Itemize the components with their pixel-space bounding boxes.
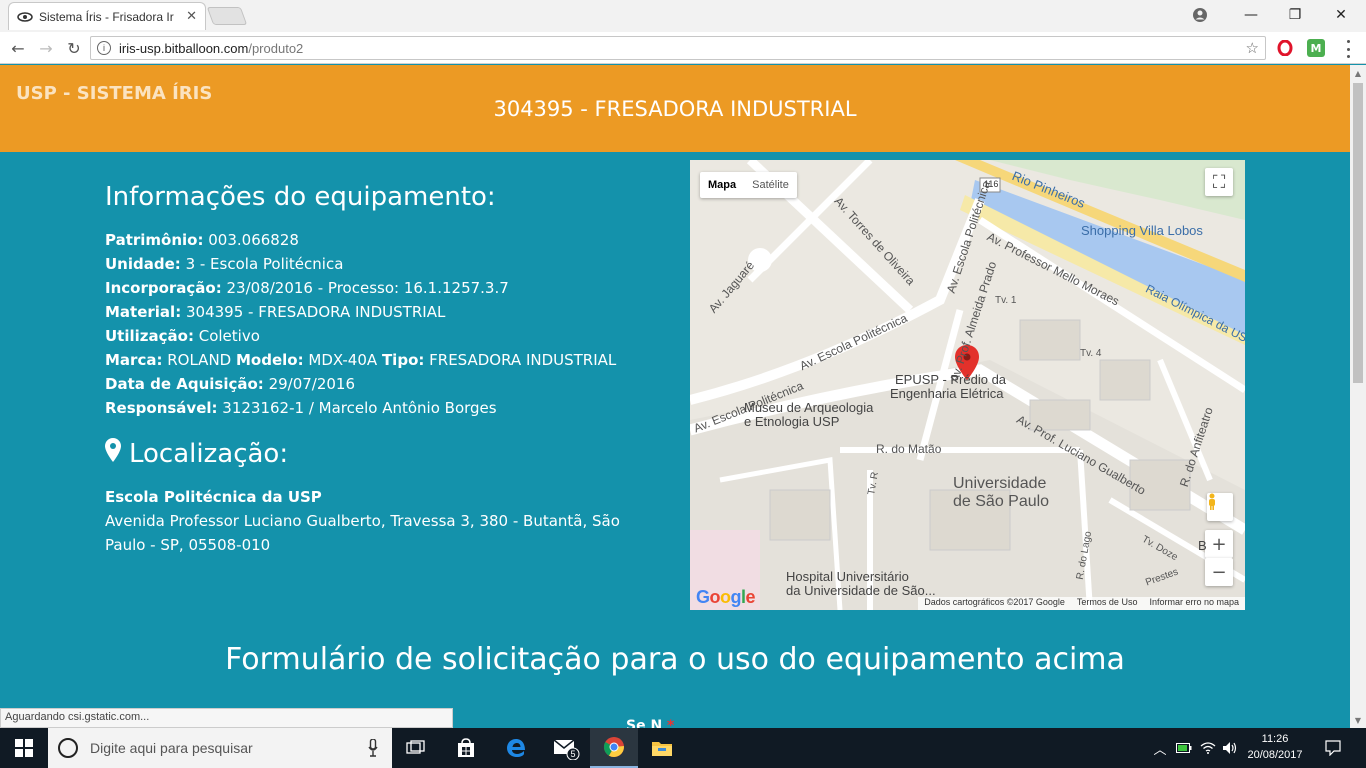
zoom-out-button[interactable]: − — [1205, 558, 1233, 586]
task-view-icon[interactable] — [392, 728, 440, 768]
map-label-tv4: Tv. 4 — [1080, 348, 1102, 359]
chrome-taskbar-icon[interactable] — [590, 728, 638, 768]
volume-icon[interactable] — [1220, 728, 1240, 768]
map-label-hospital-1: Hospital Universitário — [786, 569, 909, 584]
equipment-info: Informações do equipamento: Patrimônio: … — [105, 182, 616, 420]
tab-strip: Sistema Íris - Frisadora Ir ✕ — ❐ ✕ — [0, 0, 1366, 32]
zoom-in-button[interactable]: + — [1205, 530, 1233, 558]
clock-time: 11:26 — [1261, 733, 1289, 745]
browser-status: Aguardando csi.gstatic.com... — [0, 708, 453, 728]
map-label-shopping: Shopping Villa Lobos — [1081, 223, 1203, 238]
notifications-icon[interactable] — [1320, 728, 1346, 768]
reload-icon[interactable]: ↻ — [64, 38, 84, 58]
map-attribution: Dados cartográficos ©2017 Google Termos … — [918, 597, 1245, 610]
close-window-button[interactable]: ✕ — [1318, 0, 1364, 30]
page-header: USP - SISTEMA ÍRIS 304395 - FRESADORA IN… — [0, 65, 1350, 152]
taskbar-search-placeholder: Digite aqui para pesquisar — [90, 740, 253, 756]
form-title: Formulário de solicitação para o uso do … — [225, 642, 1125, 677]
google-logo: Google — [696, 587, 756, 607]
battery-icon[interactable] — [1174, 728, 1194, 768]
map-data-credit: Dados cartográficos ©2017 Google — [924, 597, 1065, 607]
back-icon[interactable]: ← — [8, 38, 28, 58]
profile-icon[interactable] — [1190, 5, 1210, 25]
scroll-down-icon[interactable]: ▼ — [1350, 712, 1366, 728]
row-incorporacao: Incorporação: 23/08/2016 - Processo: 16.… — [105, 279, 509, 297]
extension-icon[interactable]: M — [1307, 39, 1325, 57]
opera-extension-icon[interactable] — [1276, 39, 1294, 57]
page-title: 304395 - FRESADORA INDUSTRIAL — [493, 97, 857, 121]
equipment-heading: Informações do equipamento: — [105, 182, 496, 212]
map-type-satellite-button[interactable]: Satélite — [744, 172, 797, 198]
windows-start-icon[interactable] — [0, 728, 48, 768]
row-patrimonio: Patrimônio: 003.066828 — [105, 231, 299, 249]
mail-icon[interactable]: 5 — [542, 728, 590, 768]
map-label-epusp-1: EPUSP - Prédio da — [895, 372, 1007, 387]
scroll-thumb[interactable] — [1353, 83, 1363, 383]
microphone-icon[interactable] — [368, 739, 378, 757]
clock-date: 20/08/2017 — [1247, 749, 1303, 761]
page-scrollbar[interactable]: ▲ ▼ — [1350, 65, 1366, 728]
map-label-museu-2: e Etnologia USP — [744, 414, 840, 429]
location-name: Escola Politécnica da USP — [105, 488, 322, 506]
row-unidade: Unidade: 3 - Escola Politécnica — [105, 255, 344, 273]
map-label-tv1: Tv. 1 — [995, 295, 1017, 306]
map-label-b: B — [1198, 538, 1207, 553]
edge-icon[interactable] — [492, 728, 540, 768]
file-explorer-icon[interactable] — [638, 728, 686, 768]
eye-icon — [17, 9, 33, 25]
address-bar[interactable]: i iris-usp.bitballoon.com/produto2 ☆ — [90, 36, 1266, 60]
row-marca: Marca: ROLAND Modelo: MDX-40A Tipo: FRES… — [105, 351, 617, 369]
map-label-epusp-2: Engenharia Elétrica — [890, 386, 1004, 401]
location-heading: Localização: — [105, 438, 288, 469]
map-label-usp-2: de São Paulo — [953, 493, 1050, 510]
url-path: /produto2 — [248, 40, 304, 56]
map-terms-link[interactable]: Termos de Uso — [1077, 597, 1138, 610]
map-marker-icon — [105, 438, 121, 469]
location-address: Escola Politécnica da USP Avenida Profes… — [105, 485, 665, 557]
page-viewport: USP - SISTEMA ÍRIS 304395 - FRESADORA IN… — [0, 65, 1350, 728]
new-tab-button[interactable] — [206, 7, 248, 25]
wifi-icon[interactable] — [1198, 728, 1218, 768]
bookmark-star-icon[interactable]: ☆ — [1246, 39, 1259, 57]
info-icon[interactable]: i — [97, 41, 111, 55]
map-type-map-button[interactable]: Mapa — [700, 172, 744, 198]
map-label-matao: R. do Matão — [876, 442, 942, 456]
scroll-up-icon[interactable]: ▲ — [1350, 65, 1366, 81]
pegman-icon[interactable] — [1207, 493, 1233, 521]
forward-icon[interactable]: → — [36, 38, 56, 58]
cortana-icon — [58, 738, 78, 758]
map-label-hospital-2: da Universidade de São... — [786, 583, 936, 598]
menu-icon[interactable] — [1345, 40, 1351, 58]
map-label-museu-1: Museu de Arqueologia — [744, 400, 874, 415]
google-map[interactable]: Mapa Satélite ⛶ + − 116 Rio Pinheiros Sh… — [690, 160, 1245, 610]
close-tab-icon[interactable]: ✕ — [186, 9, 197, 24]
map-report-link[interactable]: Informar erro no mapa — [1149, 597, 1239, 610]
location-street: Avenida Professor Luciano Gualberto, Tra… — [105, 512, 620, 554]
row-responsavel: Responsável: 3123162-1 / Marcelo Antônio… — [105, 399, 497, 417]
browser-tab[interactable]: Sistema Íris - Frisadora Ir ✕ — [8, 2, 206, 30]
taskbar-clock[interactable]: 11:26 20/08/2017 — [1240, 731, 1310, 763]
taskbar-search[interactable]: Digite aqui para pesquisar — [48, 728, 392, 768]
map-type-control: Mapa Satélite — [700, 172, 797, 198]
row-material: Material: 304395 - FRESADORA INDUSTRIAL — [105, 303, 446, 321]
mail-badge: 5 — [570, 749, 575, 759]
form-partial-label: Se N * — [626, 718, 675, 728]
map-label-usp-1: Universidade — [953, 475, 1047, 492]
row-aquisicao: Data de Aquisição: 29/07/2016 — [105, 375, 356, 393]
row-utilizacao: Utilização: Coletivo — [105, 327, 260, 345]
windows-taskbar: Digite aqui para pesquisar 5 ︿ 11:26 20/… — [0, 728, 1366, 768]
browser-toolbar: ← → ↻ i iris-usp.bitballoon.com/produto2… — [0, 32, 1366, 64]
tab-title: Sistema Íris - Frisadora Ir — [39, 9, 174, 24]
tray-chevron-icon[interactable]: ︿ — [1150, 728, 1170, 768]
store-icon[interactable] — [442, 728, 490, 768]
minimize-button[interactable]: — — [1228, 0, 1274, 30]
url-host: iris-usp.bitballoon.com — [119, 40, 249, 56]
maximize-button[interactable]: ❐ — [1272, 0, 1318, 30]
fullscreen-icon[interactable]: ⛶ — [1205, 168, 1233, 196]
